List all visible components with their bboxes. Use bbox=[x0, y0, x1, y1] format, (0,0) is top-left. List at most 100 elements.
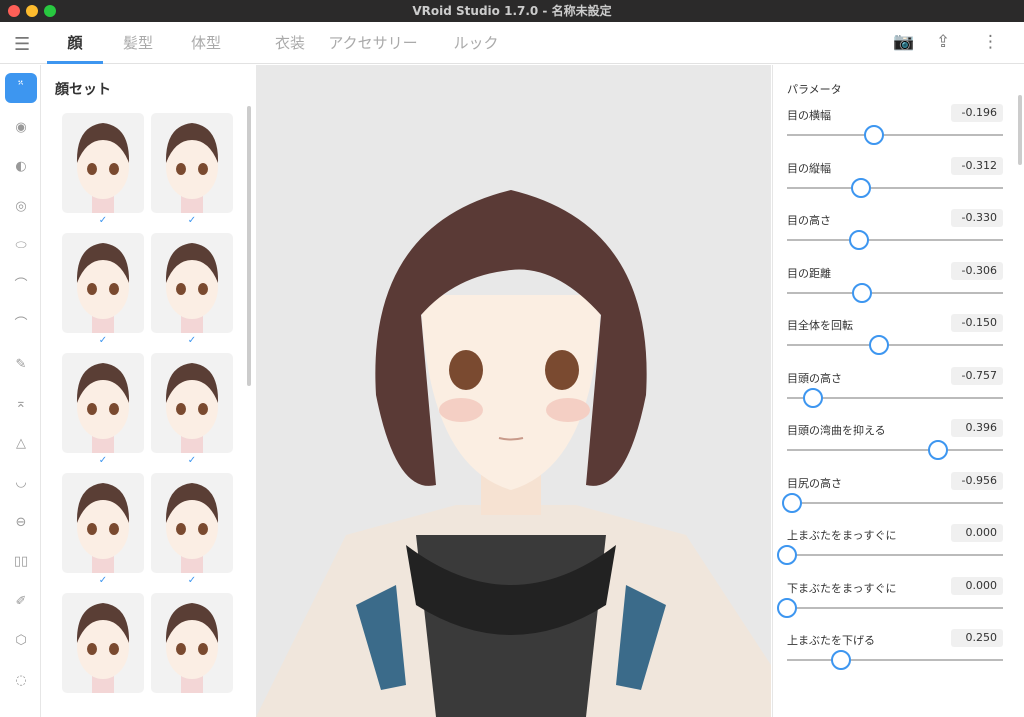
parameter-value-input[interactable]: -0.150 bbox=[951, 314, 1003, 332]
brush-icon[interactable]: ✐ bbox=[5, 587, 37, 617]
slider-thumb[interactable] bbox=[831, 650, 851, 670]
parameter-label: 目頭の湾曲を抑える bbox=[787, 424, 886, 437]
slider-track[interactable] bbox=[787, 344, 1003, 346]
eyeline-icon[interactable]: ⌒ bbox=[5, 310, 37, 340]
slider-track[interactable] bbox=[787, 134, 1003, 136]
face-set-thumbnail[interactable] bbox=[151, 353, 233, 453]
face-set-thumbnail[interactable] bbox=[62, 233, 144, 333]
parameter-value-input[interactable]: -0.196 bbox=[951, 104, 1003, 122]
tab-1[interactable]: 髪型 bbox=[110, 22, 166, 64]
parameter-slider-row: 目の距離 -0.306 bbox=[787, 261, 1003, 303]
teeth-icon[interactable]: ⊖ bbox=[5, 508, 37, 538]
parameter-slider-row: 上まぶたを下げる 0.250 bbox=[787, 629, 1003, 670]
mouth-icon[interactable]: ◡ bbox=[5, 468, 37, 498]
face-set-thumbnail[interactable] bbox=[62, 473, 144, 573]
selected-check-icon: ✓ bbox=[187, 335, 197, 346]
parameter-value-input[interactable]: -0.306 bbox=[951, 261, 1003, 280]
slider-track[interactable] bbox=[787, 449, 1003, 451]
slider-thumb[interactable] bbox=[781, 492, 802, 513]
parameter-value-input[interactable]: 0.396 bbox=[951, 419, 1003, 437]
eyelash-icon[interactable]: ✎ bbox=[5, 350, 37, 380]
face-preview bbox=[165, 243, 219, 333]
face-preview bbox=[76, 123, 130, 213]
3d-viewport[interactable] bbox=[256, 65, 771, 717]
slider-thumb[interactable] bbox=[777, 545, 797, 565]
face-line-icon[interactable]: ▯▯ bbox=[5, 547, 37, 577]
face-set-thumbnail[interactable] bbox=[151, 233, 233, 333]
slider-track[interactable] bbox=[787, 239, 1003, 241]
top-nav: ☰ 顔髪型 体型 衣装 アクセサリー ルック 📷 ⇪ ⋮ bbox=[0, 22, 1024, 64]
share-icon[interactable]: ⇪ bbox=[936, 32, 950, 52]
selected-check-icon: ✓ bbox=[98, 335, 108, 346]
parameter-label: 下まぶたをまっすぐに bbox=[787, 581, 897, 595]
parameter-value-input[interactable]: -0.757 bbox=[951, 366, 1003, 385]
selected-check-icon: ✓ bbox=[98, 575, 108, 586]
slider-thumb[interactable] bbox=[849, 230, 870, 250]
slider-thumb[interactable] bbox=[851, 177, 872, 198]
face-set-thumbnail[interactable] bbox=[62, 113, 144, 213]
head-shape-icon[interactable]: ⬡ bbox=[5, 626, 37, 656]
selected-check-icon: ✓ bbox=[98, 215, 108, 226]
window-title: VRoid Studio 1.7.0 - 名称未設定 bbox=[412, 4, 612, 18]
parameter-value-input[interactable]: 0.000 bbox=[951, 524, 1003, 542]
face-preview bbox=[165, 123, 219, 213]
tab-5[interactable]: ルック bbox=[440, 22, 512, 64]
slider-thumb[interactable] bbox=[927, 440, 948, 460]
face-set-thumbnail[interactable] bbox=[151, 473, 233, 573]
slider-track[interactable] bbox=[787, 186, 1003, 189]
hamburger-menu-icon[interactable]: ☰ bbox=[14, 34, 30, 55]
eye-icon[interactable]: ◉ bbox=[5, 113, 37, 143]
parameter-slider-row: 目頭の高さ -0.757 bbox=[787, 366, 1003, 408]
face-set-thumbnail[interactable] bbox=[151, 593, 233, 693]
slider-track[interactable] bbox=[787, 554, 1003, 556]
face-preview bbox=[165, 483, 219, 573]
selected-check-icon: ✓ bbox=[187, 455, 197, 466]
parameter-slider-row: 下まぶたをまっすぐに 0.000 bbox=[777, 576, 1003, 618]
slider-thumb[interactable] bbox=[851, 282, 872, 303]
close-window-button[interactable] bbox=[8, 5, 20, 17]
parameter-label: 目の横幅 bbox=[787, 109, 831, 122]
face-preview bbox=[76, 603, 130, 693]
face-set-icon[interactable]: ᵔ̈ bbox=[5, 73, 37, 103]
selected-check-icon: ✓ bbox=[187, 575, 197, 586]
eye-highlight-icon[interactable]: ◎ bbox=[5, 192, 37, 222]
slider-track[interactable] bbox=[787, 659, 1003, 661]
slider-track[interactable] bbox=[787, 291, 1003, 294]
nose-icon[interactable]: △ bbox=[5, 429, 37, 459]
tab-2[interactable]: 体型 bbox=[178, 22, 234, 64]
tab-3[interactable]: 衣装 bbox=[262, 22, 318, 64]
slider-thumb[interactable] bbox=[803, 387, 824, 408]
minimize-window-button[interactable] bbox=[26, 5, 38, 17]
parameter-value-input[interactable]: 0.000 bbox=[951, 576, 1003, 595]
slider-thumb[interactable] bbox=[777, 597, 797, 618]
face-set-thumbnail[interactable] bbox=[151, 113, 233, 213]
slider-thumb[interactable] bbox=[863, 125, 884, 145]
eyebrow-icon[interactable]: ⌒ bbox=[5, 271, 37, 301]
selected-check-icon: ✓ bbox=[187, 215, 197, 226]
slider-thumb[interactable] bbox=[868, 335, 889, 355]
iris-icon[interactable]: ◐ bbox=[5, 152, 37, 182]
camera-icon[interactable]: 📷 bbox=[893, 32, 914, 52]
slider-track[interactable] bbox=[787, 606, 1003, 609]
parameter-slider-row: 上まぶたをまっすぐに 0.000 bbox=[777, 524, 1003, 565]
parameter-value-input[interactable]: 0.250 bbox=[951, 629, 1003, 647]
parameter-slider-row: 目の縦幅 -0.312 bbox=[787, 156, 1003, 198]
face-set-thumbnail[interactable] bbox=[62, 593, 144, 693]
tab-0[interactable]: 顔 bbox=[47, 22, 103, 64]
zoom-window-button[interactable] bbox=[44, 5, 56, 17]
parameter-label: 目全体を回転 bbox=[787, 319, 853, 332]
lower-eyelash-icon[interactable]: ⌅ bbox=[5, 389, 37, 419]
slider-track[interactable] bbox=[787, 501, 1003, 504]
ear-icon[interactable]: ◌ bbox=[5, 666, 37, 696]
parameter-scrollbar[interactable] bbox=[1018, 95, 1022, 165]
face-preview bbox=[76, 363, 130, 453]
face-set-scrollbar[interactable] bbox=[247, 106, 251, 386]
face-preview bbox=[76, 243, 130, 333]
parameter-value-input[interactable]: -0.312 bbox=[951, 156, 1003, 175]
parameter-value-input[interactable]: -0.956 bbox=[951, 471, 1003, 490]
face-set-thumbnail[interactable] bbox=[62, 353, 144, 453]
tab-4[interactable]: アクセサリー bbox=[318, 22, 428, 64]
parameter-value-input[interactable]: -0.330 bbox=[951, 209, 1003, 227]
more-icon[interactable]: ⋮ bbox=[982, 32, 999, 52]
eye-white-icon[interactable]: ⬭ bbox=[5, 231, 37, 261]
